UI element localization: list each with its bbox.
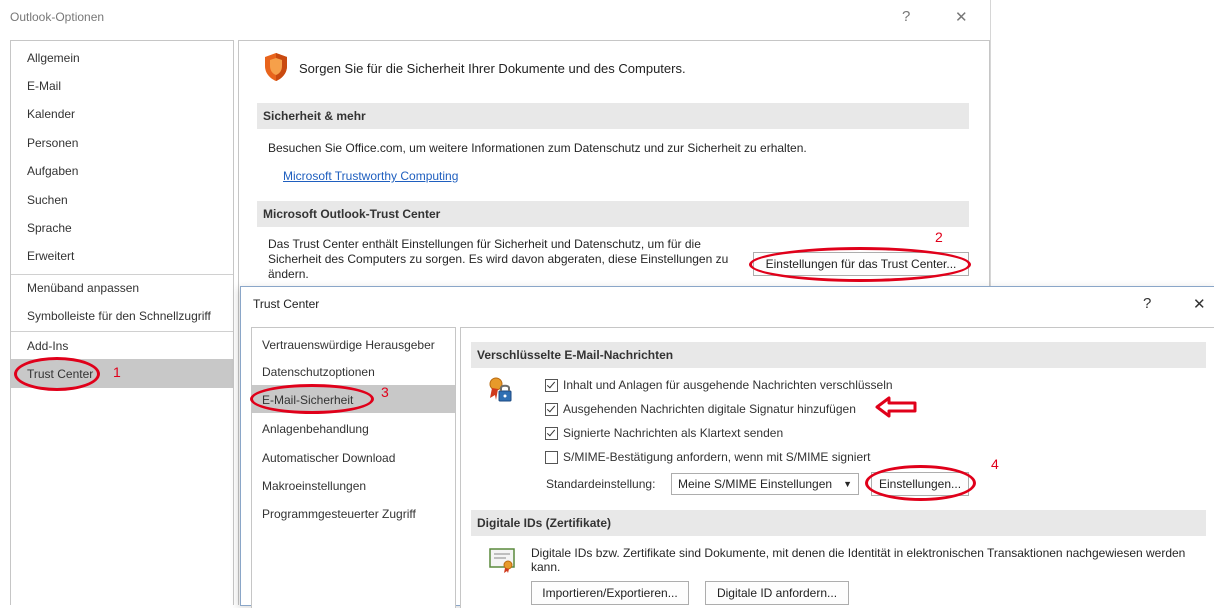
cleartext-checkbox[interactable] xyxy=(545,427,558,440)
default-setting-label: Standardeinstellung: xyxy=(546,477,656,491)
section-title: Sicherheit & mehr xyxy=(263,109,366,123)
encrypt-checkbox[interactable] xyxy=(545,379,558,392)
section-header-sicherheit: Sicherheit & mehr xyxy=(257,103,969,129)
section-header-digitale-ids: Digitale IDs (Zertifikate) xyxy=(471,510,1206,536)
section-header-trust-center: Microsoft Outlook-Trust Center xyxy=(257,201,969,227)
annotation-step-2: 2 xyxy=(935,229,943,245)
shield-icon xyxy=(265,53,287,81)
cleartext-checkbox-label[interactable]: Signierte Nachrichten als Klartext sende… xyxy=(563,426,783,440)
sidebar-divider xyxy=(11,331,233,332)
annotation-ellipse xyxy=(865,465,976,501)
arrow-left-icon xyxy=(875,396,917,418)
window-title: Outlook-Optionen xyxy=(10,10,105,24)
sidebar-item-personen[interactable]: Personen xyxy=(27,136,78,150)
close-button[interactable]: ✕ xyxy=(955,8,968,26)
section-title: Microsoft Outlook-Trust Center xyxy=(263,207,441,221)
sidebar-item-aufgaben[interactable]: Aufgaben xyxy=(27,164,78,178)
sidebar-item-automatischer-download[interactable]: Automatischer Download xyxy=(262,451,395,465)
sidebar-item-menueband[interactable]: Menüband anpassen xyxy=(27,281,139,295)
default-setting-value: Meine S/MIME Einstellungen xyxy=(678,477,833,491)
section-header-verschluesselt: Verschlüsselte E-Mail-Nachrichten xyxy=(471,342,1206,368)
request-digital-id-button[interactable]: Digitale ID anfordern... xyxy=(705,581,849,605)
sidebar-item-kalender[interactable]: Kalender xyxy=(27,107,75,121)
section1-description: Besuchen Sie Office.com, um weitere Info… xyxy=(268,141,807,155)
sidebar-item-programmgesteuerter-zugriff[interactable]: Programmgesteuerter Zugriff xyxy=(262,507,416,521)
section-title: Digitale IDs (Zertifikate) xyxy=(477,516,612,530)
sidebar-item-datenschutz[interactable]: Datenschutzoptionen xyxy=(262,365,375,379)
sidebar-item-suchen[interactable]: Suchen xyxy=(27,193,68,207)
options-sidebar: Allgemein E-Mail Kalender Personen Aufga… xyxy=(10,40,234,605)
help-button[interactable]: ? xyxy=(902,8,910,25)
sidebar-item-anlagenbehandlung[interactable]: Anlagenbehandlung xyxy=(262,422,369,436)
sidebar-item-sprache[interactable]: Sprache xyxy=(27,221,72,235)
sidebar-item-erweitert[interactable]: Erweitert xyxy=(27,249,74,263)
annotation-step-4: 4 xyxy=(991,456,999,472)
trustworthy-computing-link[interactable]: Microsoft Trustworthy Computing xyxy=(283,169,458,183)
close-button[interactable]: ✕ xyxy=(1193,295,1206,313)
annotation-ellipse xyxy=(14,357,100,391)
annotation-step-3: 3 xyxy=(381,384,389,400)
smime-receipt-checkbox[interactable] xyxy=(545,451,558,464)
certificate-lock-icon xyxy=(489,377,512,402)
annotation-ellipse xyxy=(250,384,374,414)
trust-center-dialog: Trust Center ? ✕ Vertrauenswürdige Herau… xyxy=(240,286,1214,608)
smime-receipt-checkbox-label[interactable]: S/MIME-Bestätigung anfordern, wenn mit S… xyxy=(563,450,870,464)
sidebar-divider xyxy=(11,274,233,275)
certificate-icon xyxy=(489,548,515,573)
trust-center-sidebar: Vertrauenswürdige Herausgeber Datenschut… xyxy=(251,327,456,608)
intro-text: Sorgen Sie für die Sicherheit Ihrer Doku… xyxy=(299,61,686,76)
sidebar-item-schnellzugriff[interactable]: Symbolleiste für den Schnellzugriff xyxy=(27,309,211,323)
sidebar-item-allgemein[interactable]: Allgemein xyxy=(27,51,80,65)
section-title: Verschlüsselte E-Mail-Nachrichten xyxy=(477,348,674,362)
default-setting-select[interactable]: Meine S/MIME Einstellungen ▼ xyxy=(671,473,859,495)
import-export-button[interactable]: Importieren/Exportieren... xyxy=(531,581,689,605)
signature-checkbox[interactable] xyxy=(545,403,558,416)
sidebar-item-herausgeber[interactable]: Vertrauenswürdige Herausgeber xyxy=(262,338,435,352)
trust-center-main-panel: Verschlüsselte E-Mail-Nachrichten Inhalt… xyxy=(460,327,1214,608)
sidebar-item-makroeinstellungen[interactable]: Makroeinstellungen xyxy=(262,479,366,493)
annotation-step-1: 1 xyxy=(113,364,121,380)
dialog-title: Trust Center xyxy=(253,297,320,311)
signature-checkbox-label[interactable]: Ausgehenden Nachrichten digitale Signatu… xyxy=(563,402,856,416)
digital-ids-description: Digitale IDs bzw. Zertifikate sind Dokum… xyxy=(531,546,1186,574)
sidebar-item-email[interactable]: E-Mail xyxy=(27,79,61,93)
chevron-down-icon: ▼ xyxy=(843,479,852,489)
annotation-ellipse xyxy=(749,247,971,282)
help-button[interactable]: ? xyxy=(1143,295,1151,312)
encrypt-checkbox-label[interactable]: Inhalt und Anlagen für ausgehende Nachri… xyxy=(563,378,893,392)
section2-description: Das Trust Center enthält Einstellungen f… xyxy=(268,237,729,281)
sidebar-item-addins[interactable]: Add-Ins xyxy=(27,339,68,353)
